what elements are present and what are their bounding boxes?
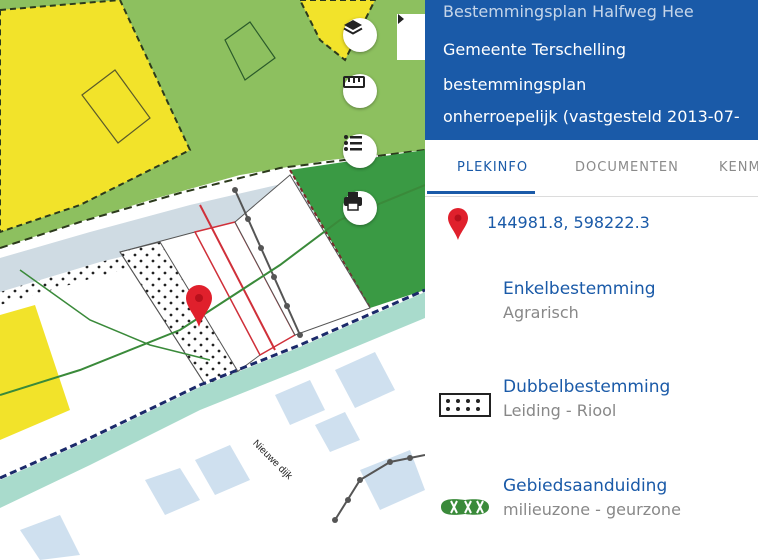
tab-kenmerken[interactable]: KENM [719, 160, 758, 175]
tab-documenten[interactable]: DOCUMENTEN [575, 160, 679, 175]
layers-button[interactable] [343, 18, 377, 52]
section-value-enkelbestemming: Agrarisch [503, 303, 579, 322]
section-value-dubbelbestemming: Leiding - Riool [503, 401, 617, 420]
active-tab-indicator [427, 191, 535, 194]
plan-status: onherroepelijk (vastgesteld 2013-07- [443, 107, 740, 126]
measure-button[interactable] [343, 74, 377, 108]
panel-header: Bestemmingsplan Halfweg Hee Gemeente Ter… [425, 0, 758, 140]
coordinates: 144981.8, 598222.3 [487, 213, 650, 232]
list-icon [344, 135, 362, 151]
printer-icon [344, 192, 362, 211]
chevron-right-icon [398, 14, 404, 24]
ruler-icon [343, 76, 365, 88]
layers-icon [343, 20, 363, 35]
location-pin-icon [448, 208, 468, 240]
section-value-gebiedsaanduiding: milieuzone - geurzone [503, 500, 681, 519]
plan-title: Bestemmingsplan Halfweg Hee [443, 2, 694, 21]
dotted-pattern-icon [439, 393, 491, 417]
hatched-area-icon [441, 499, 489, 515]
section-title-dubbelbestemming: Dubbelbestemming [503, 377, 671, 397]
section-title-gebiedsaanduiding: Gebiedsaanduiding [503, 476, 668, 496]
collapse-panel-button[interactable] [397, 14, 425, 60]
info-panel: Bestemmingsplan Halfweg Hee Gemeente Ter… [425, 0, 758, 560]
municipality: Gemeente Terschelling [443, 40, 627, 59]
section-title-enkelbestemming: Enkelbestemming [503, 279, 656, 299]
map-view[interactable]: Nieuwe dijk [0, 0, 425, 560]
legend-button[interactable] [343, 134, 377, 168]
plan-type: bestemmingsplan [443, 75, 587, 94]
tab-bar: PLEKINFO DOCUMENTEN KENM [425, 140, 758, 197]
print-button[interactable] [343, 191, 377, 225]
tab-plekinfo[interactable]: PLEKINFO [457, 160, 528, 175]
